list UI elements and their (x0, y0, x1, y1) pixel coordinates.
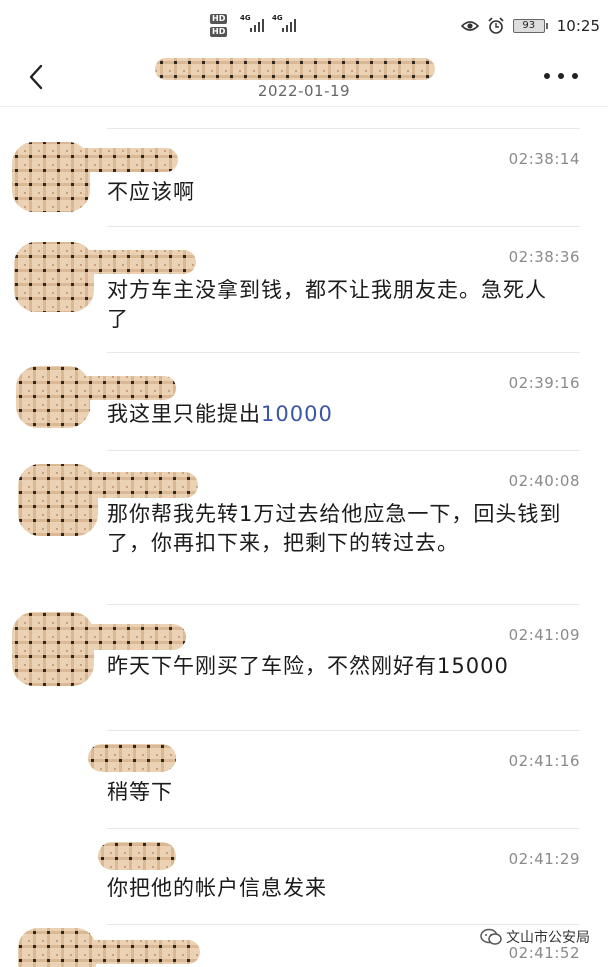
message-item: 02:39:16 我这里只能提出10000 (0, 352, 608, 450)
watermark-text: 文山市公安局 (506, 930, 590, 946)
message-text: 你把他的帐户信息发来 (107, 876, 327, 900)
message-text: 昨天下午刚买了车险，不然刚好有15000 (107, 654, 509, 678)
message-text: 对方车主没拿到钱，都不让我朋友走。急死人了 (107, 278, 547, 331)
redacted-avatar (88, 744, 176, 772)
divider (107, 924, 580, 925)
redacted-avatar (98, 842, 176, 870)
message-time: 02:39:16 (508, 374, 580, 392)
divider (107, 226, 580, 227)
amount-number: 10000 (261, 402, 333, 426)
hd-badge: HD (210, 14, 228, 24)
message-text: 稍等下 (107, 780, 173, 804)
message-item: 02:38:14 不应该啊 (0, 128, 608, 226)
message-text: 那你帮我先转1万过去给他应急一下，回头钱到了，你再扣下来，把剩下的转过去。 (107, 502, 562, 555)
divider (107, 450, 580, 451)
divider (107, 604, 580, 605)
chat-header: 2022-01-19 (0, 52, 608, 107)
message-time: 02:41:29 (508, 850, 580, 868)
eye-icon (460, 21, 479, 31)
message-text: 不应该啊 (107, 180, 195, 204)
message-item: 02:41:16 稍等下 (0, 730, 608, 828)
redacted-avatar (18, 928, 200, 967)
network-indicators: HD HD 4G 4G (210, 14, 302, 40)
message-item: 02:41:09 昨天下午刚买了车险，不然刚好有15000 (0, 604, 608, 730)
status-right: 93 10:25 (460, 14, 600, 38)
redacted-contact-name (155, 58, 435, 80)
wechat-official-account-icon (480, 928, 502, 945)
message-item: 02:41:29 你把他的帐户信息发来 (0, 828, 608, 924)
chat-date: 2022-01-19 (257, 82, 351, 100)
message-item: 02:38:36 对方车主没拿到钱，都不让我朋友走。急死人了 (0, 226, 608, 352)
message-text: 我这里只能提出10000 (107, 402, 333, 426)
message-time: 02:41:09 (508, 626, 580, 644)
divider (107, 828, 580, 829)
message-time: 02:41:16 (508, 752, 580, 770)
message-time: 02:38:14 (508, 150, 580, 168)
message-time: 02:38:36 (508, 248, 580, 266)
signal-icon (250, 16, 268, 32)
divider (107, 730, 580, 731)
battery-icon: 93 (512, 19, 548, 33)
divider (107, 128, 580, 129)
message-time: 02:40:08 (508, 472, 580, 490)
source-watermark: 文山市公安局 (480, 927, 590, 947)
hd-badge: HD (210, 27, 228, 37)
clock: 10:25 (556, 17, 600, 35)
signal-icon (282, 16, 300, 32)
status-bar: HD HD 4G 4G 93 10:25 (0, 0, 608, 52)
message-item: 02:40:08 那你帮我先转1万过去给他应急一下，回头钱到了，你再扣下来，把剩… (0, 450, 608, 604)
alarm-icon (488, 17, 504, 34)
more-icon[interactable] (544, 64, 578, 88)
divider (107, 352, 580, 353)
